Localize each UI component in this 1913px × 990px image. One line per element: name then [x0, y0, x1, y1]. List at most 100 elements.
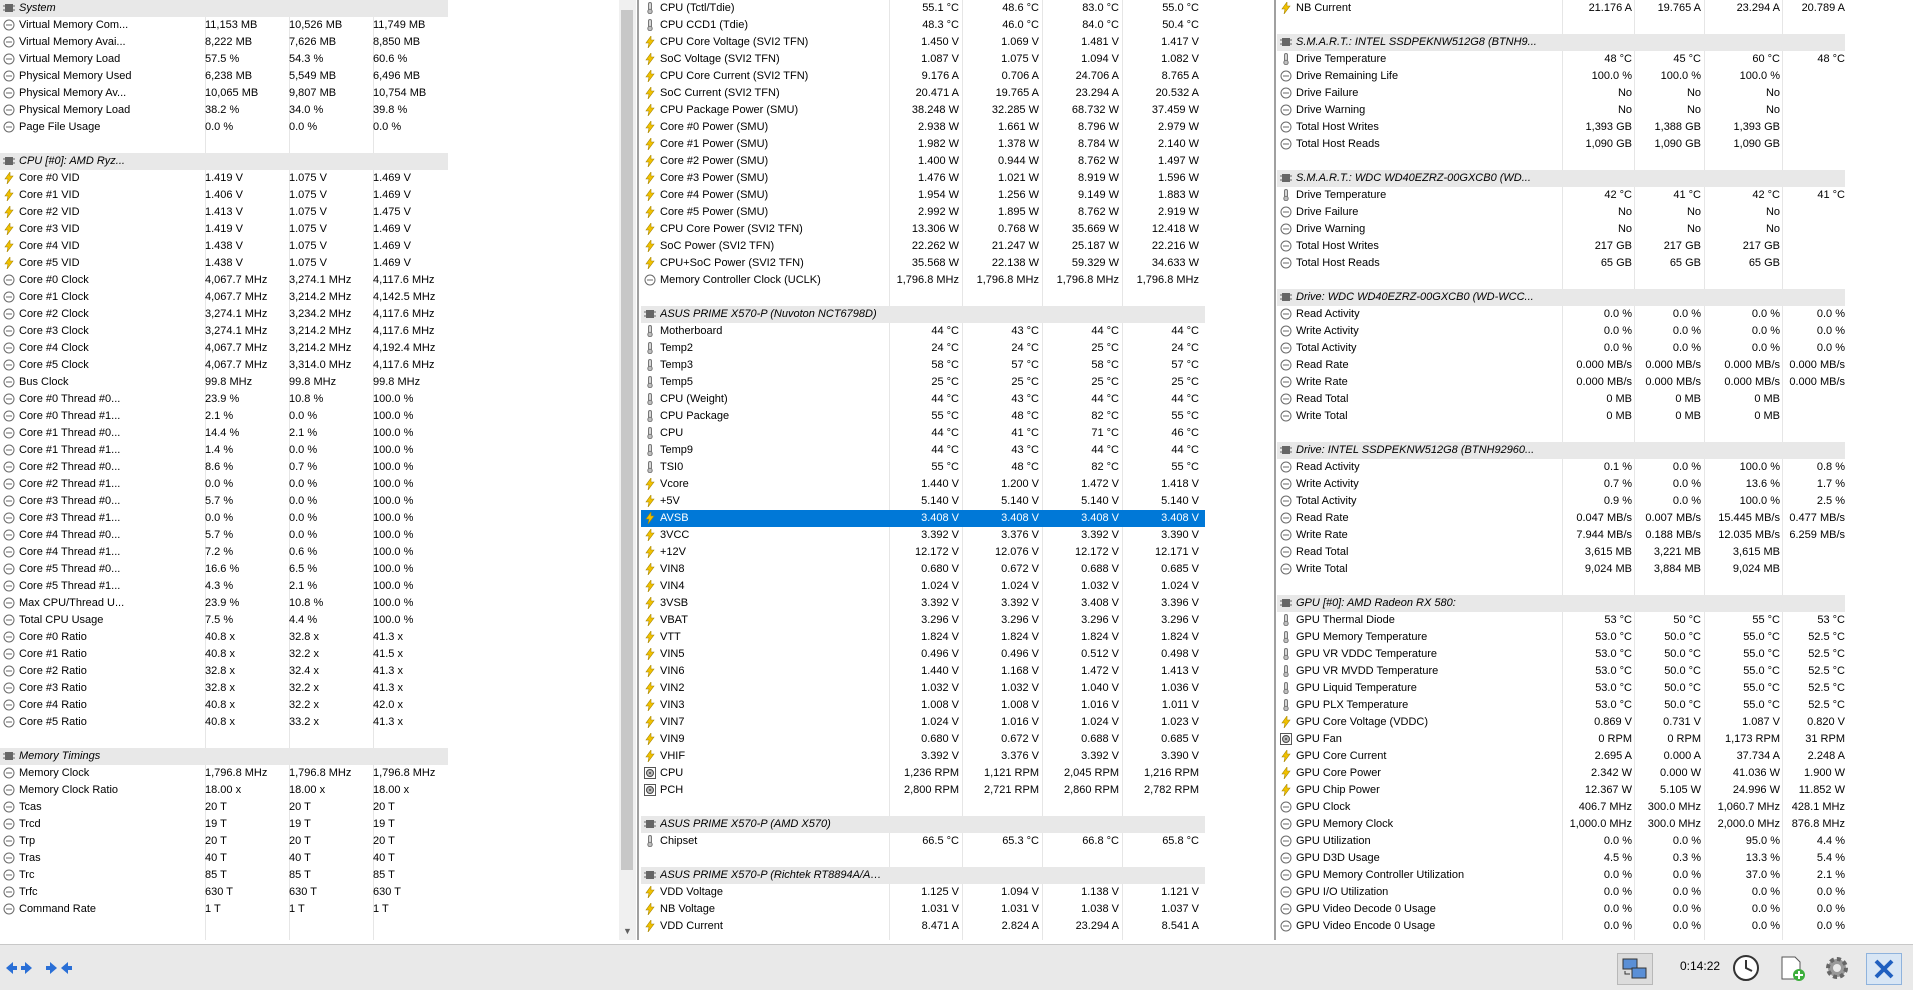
sensor-row-bus-clock[interactable]: Bus Clock99.8 MHz99.8 MHz99.8 MHz99.8 MH…: [0, 374, 448, 391]
sensor-row-core-2-vid[interactable]: Core #2 VID1.413 V1.075 V1.475 V1.399 V: [0, 204, 448, 221]
scroll-down-arrow-icon[interactable]: ▼: [619, 923, 636, 940]
sensor-row-vin6[interactable]: VIN6 1.440 V 1.168 V 1.472 V 1.413 V: [641, 663, 1205, 680]
sensor-row-drive-warning[interactable]: Drive Warning No No No: [1277, 102, 1845, 119]
sensor-row-total-host-writes[interactable]: Total Host Writes 1,393 GB 1,388 GB 1,393 G…: [1277, 119, 1845, 136]
sensor-row-physical-memory-av[interactable]: Physical Memory Av... 10,065 MB 9,807 MB 10…: [0, 85, 448, 102]
sensor-row-nb-current[interactable]: NB Current 21.176 A 19.765 A 23.294 A 20.789…: [1277, 0, 1845, 17]
sensor-row-cpu-weight[interactable]: CPU (Weight) 44 °C 43 °C 44 °C 44 °C: [641, 391, 1205, 408]
sensor-row-vin4[interactable]: VIN4 1.024 V 1.024 V 1.032 V 1.024 V: [641, 578, 1205, 595]
sensor-row-cpu-tctl-tdie[interactable]: CPU (Tctl/Tdie) 55.1 °C 48.6 °C 83.0 °C 55.0…: [641, 0, 1205, 17]
sensor-row-write-total[interactable]: Write Total 9,024 MB 3,884 MB 9,024 MB: [1277, 561, 1845, 578]
sensor-row-gpu-memory-temperature[interactable]: GPU Memory Temperature 53.0 °C 50.0 °C 55.0…: [1277, 629, 1845, 646]
sensor-row-gpu-memory-controller-utilization[interactable]: GPU Memory Controller Utilization 0.0 % 0.…: [1277, 867, 1845, 884]
sensor-row-virtual-memory-load[interactable]: Virtual Memory Load57.5 %54.3 %60.6 %58.…: [0, 51, 448, 68]
sensor-row-memory-clock[interactable]: Memory Clock 1,796.8 MHz 1,796.8 MHz 1,796.…: [0, 765, 448, 782]
sensor-row-core-3-power-smu[interactable]: Core #3 Power (SMU) 1.476 W 1.021 W 8.919 W…: [641, 170, 1205, 187]
sensor-row-gpu-vr-vddc-temperature[interactable]: GPU VR VDDC Temperature 53.0 °C 50.0 °C 55.…: [1277, 646, 1845, 663]
sensor-row-read-activity[interactable]: Read Activity 0.0 % 0.0 % 0.0 % 0.0 %: [1277, 306, 1845, 323]
sensor-row-memory-clock-ratio[interactable]: Memory Clock Ratio18.00 x18.00 x18.00 x1…: [0, 782, 448, 799]
group-header[interactable]: Drive: WDC WD40EZRZ-00GXCB0 (WD-WCC...: [1277, 289, 1845, 306]
sensor-row-core-4-thread-1[interactable]: Core #4 Thread #1...7.2 %0.6 %100.0 %6.4…: [0, 544, 448, 561]
sensor-row-physical-memory-load[interactable]: Physical Memory Load38.2 %34.0 %39.8 %38…: [0, 102, 448, 119]
sensor-row-core-4-vid[interactable]: Core #4 VID1.438 V1.075 V1.469 V1.405 V: [0, 238, 448, 255]
sensor-row-total-cpu-usage[interactable]: Total CPU Usage7.5 %4.4 %100.0 %10.1 %: [0, 612, 448, 629]
sensor-row-core-2-thread-1[interactable]: Core #2 Thread #1...0.0 %0.0 %100.0 %2.8…: [0, 476, 448, 493]
settings-gear-icon[interactable]: [1820, 953, 1854, 983]
sensor-row-soc-power-svi2-tfn[interactable]: SoC Power (SVI2 TFN) 22.262 W 21.247 W 25.1…: [641, 238, 1205, 255]
panel-divider[interactable]: [1274, 0, 1276, 940]
group-header[interactable]: Drive: INTEL SSDPEKNW512G8 (BTNH92960...: [1277, 442, 1845, 459]
sensor-row-core-2-thread-0[interactable]: Core #2 Thread #0...8.6 %0.7 %100.0 %8.9…: [0, 459, 448, 476]
sensor-row-core-4-thread-0[interactable]: Core #4 Thread #0...5.7 %0.0 %100.0 %9.0…: [0, 527, 448, 544]
sensor-row-core-5-ratio[interactable]: Core #5 Ratio40.8 x33.2 x41.3 x40.3 x: [0, 714, 448, 731]
sensor-row-gpu-vr-mvdd-temperature[interactable]: GPU VR MVDD Temperature 53.0 °C 50.0 °C 55.…: [1277, 663, 1845, 680]
sensor-row-tsi0[interactable]: TSI0 55 °C 48 °C 82 °C 55 °C: [641, 459, 1205, 476]
sensor-panel-middle[interactable]: CPU (Tctl/Tdie) 55.1 °C 48.6 °C 83.0 °C 55.0…: [641, 0, 1205, 940]
sensor-row-drive-remaining-life[interactable]: Drive Remaining Life 100.0 % 100.0 % 100.0 …: [1277, 68, 1845, 85]
sensor-row-core-3-thread-1[interactable]: Core #3 Thread #1...0.0 %0.0 %100.0 %4.1…: [0, 510, 448, 527]
sensor-row-read-total[interactable]: Read Total 3,615 MB 3,221 MB 3,615 MB: [1277, 544, 1845, 561]
sensor-row-drive-temperature[interactable]: Drive Temperature 48 °C 45 °C 60 °C 48 °C: [1277, 51, 1845, 68]
sensor-row-cpu-core-voltage-svi2-tfn[interactable]: CPU Core Voltage (SVI2 TFN) 1.450 V 1.069 …: [641, 34, 1205, 51]
add-report-icon[interactable]: [1775, 953, 1809, 983]
sensor-row-drive-failure[interactable]: Drive Failure No No No: [1277, 85, 1845, 102]
sensor-row-12v[interactable]: +12V 12.172 V 12.076 V 12.172 V 12.171 V: [641, 544, 1205, 561]
sensor-row-gpu-clock[interactable]: GPU Clock 406.7 MHz 300.0 MHz 1,060.7 MHz 42…: [1277, 799, 1845, 816]
sensor-row-core-2-ratio[interactable]: Core #2 Ratio32.8 x32.4 x41.3 x37.7 x: [0, 663, 448, 680]
sensor-row-read-activity[interactable]: Read Activity 0.1 % 0.0 % 100.0 % 0.8 %: [1277, 459, 1845, 476]
sensor-row-core-0-thread-0[interactable]: Core #0 Thread #0...23.9 %10.8 %100.0 %2…: [0, 391, 448, 408]
sensor-row-core-5-vid[interactable]: Core #5 VID1.438 V1.075 V1.469 V1.400 V: [0, 255, 448, 272]
sensor-row-vin8[interactable]: VIN8 0.680 V 0.672 V 0.688 V 0.685 V: [641, 561, 1205, 578]
sensor-row-core-1-power-smu[interactable]: Core #1 Power (SMU) 1.982 W 1.378 W 8.784 W…: [641, 136, 1205, 153]
group-header[interactable]: S.M.A.R.T.: WDC WD40EZRZ-00GXCB0 (WD...: [1277, 170, 1845, 187]
sensor-row-soc-current-svi2-tfn[interactable]: SoC Current (SVI2 TFN) 20.471 A 19.765 A 23…: [641, 85, 1205, 102]
sensor-row-read-total[interactable]: Read Total 0 MB 0 MB 0 MB: [1277, 391, 1845, 408]
sensor-row-cpu-package[interactable]: CPU Package 55 °C 48 °C 82 °C 55 °C: [641, 408, 1205, 425]
group-header[interactable]: ASUS PRIME X570-P (AMD X570): [641, 816, 1205, 833]
close-x-icon[interactable]: [1866, 953, 1902, 985]
sensor-row-total-host-writes[interactable]: Total Host Writes 217 GB 217 GB 217 GB: [1277, 238, 1845, 255]
sensor-row-drive-warning[interactable]: Drive Warning No No No: [1277, 221, 1845, 238]
sensor-row-drive-failure[interactable]: Drive Failure No No No: [1277, 204, 1845, 221]
sensor-row-3vsb[interactable]: 3VSB 3.392 V 3.392 V 3.408 V 3.396 V: [641, 595, 1205, 612]
nav-expand-arrows-icon[interactable]: [2, 953, 36, 983]
sensor-row-nb-voltage[interactable]: NB Voltage 1.031 V 1.031 V 1.038 V 1.037 V: [641, 901, 1205, 918]
sensor-row-temp5[interactable]: Temp5 25 °C 25 °C 25 °C 25 °C: [641, 374, 1205, 391]
sensor-row-soc-voltage-svi2-tfn[interactable]: SoC Voltage (SVI2 TFN) 1.087 V 1.075 V 1.09…: [641, 51, 1205, 68]
sensor-row-read-rate[interactable]: Read Rate 0.047 MB/s 0.007 MB/s 15.445 MB/s…: [1277, 510, 1845, 527]
sensor-row-gpu-core-power[interactable]: GPU Core Power 2.342 W 0.000 W 41.036 W 1.90…: [1277, 765, 1845, 782]
sensor-row-vin7[interactable]: VIN7 1.024 V 1.016 V 1.024 V 1.023 V: [641, 714, 1205, 731]
sensor-row-vdd-voltage[interactable]: VDD Voltage 1.125 V 1.094 V 1.138 V 1.121 V: [641, 884, 1205, 901]
sensor-panel-right[interactable]: NB Current 21.176 A 19.765 A 23.294 A 20.789…: [1277, 0, 1845, 940]
sensor-row-core-3-vid[interactable]: Core #3 VID1.419 V1.075 V1.469 V1.406 V: [0, 221, 448, 238]
group-header[interactable]: ASUS PRIME X570-P (Nuvoton NCT6798D): [641, 306, 1205, 323]
sensor-row-core-4-ratio[interactable]: Core #4 Ratio40.8 x32.2 x42.0 x38.7 x: [0, 697, 448, 714]
sensor-row-virtual-memory-avai[interactable]: Virtual Memory Avai... 8,222 MB 7,626 MB 8,…: [0, 34, 448, 51]
sensor-row-gpu-video-decode-0-usage[interactable]: GPU Video Decode 0 Usage 0.0 % 0.0 % 0.0 % 0…: [1277, 901, 1845, 918]
sensor-row-3vcc[interactable]: 3VCC 3.392 V 3.376 V 3.392 V 3.390 V: [641, 527, 1205, 544]
sensor-row-page-file-usage[interactable]: Page File Usage0.0 %0.0 %0.0 %0.0 %: [0, 119, 448, 136]
sensor-row-chipset[interactable]: Chipset 66.5 °C 65.3 °C 66.8 °C 65.8 °C: [641, 833, 1205, 850]
sensor-row-core-4-power-smu[interactable]: Core #4 Power (SMU) 1.954 W 1.256 W 9.149 W…: [641, 187, 1205, 204]
sensor-row-gpu-video-encode-0-usage[interactable]: GPU Video Encode 0 Usage 0.0 % 0.0 % 0.0 % 0…: [1277, 918, 1845, 935]
sensor-row-vbat[interactable]: VBAT 3.296 V 3.296 V 3.296 V 3.296 V: [641, 612, 1205, 629]
sensor-row-core-3-thread-0[interactable]: Core #3 Thread #0...5.7 %0.0 %100.0 %7.6…: [0, 493, 448, 510]
sensor-row-total-activity[interactable]: Total Activity 0.0 % 0.0 % 0.0 % 0.0 %: [1277, 340, 1845, 357]
sensor-row-core-5-clock[interactable]: Core #5 Clock 4,067.7 MHz 3,314.0 MHz 4,117…: [0, 357, 448, 374]
sensor-row-gpu-d3d-usage[interactable]: GPU D3D Usage 4.5 % 0.3 % 13.3 % 5.4 %: [1277, 850, 1845, 867]
sensor-row-cpu[interactable]: CPU 1,236 RPM 1,121 RPM 2,045 RPM 1,216 RPM: [641, 765, 1205, 782]
sensor-row-core-1-thread-0[interactable]: Core #1 Thread #0...14.4 %2.1 %100.0 %15…: [0, 425, 448, 442]
sensor-row-core-4-clock[interactable]: Core #4 Clock 4,067.7 MHz 3,214.2 MHz 4,192…: [0, 340, 448, 357]
sensor-row-core-0-clock[interactable]: Core #0 Clock 4,067.7 MHz 3,274.1 MHz 4,117…: [0, 272, 448, 289]
sensor-row-gpu-i-o-utilization[interactable]: GPU I/O Utilization 0.0 % 0.0 % 0.0 % 0.0 %: [1277, 884, 1845, 901]
sensor-row-cpu-core-current-svi2-tfn[interactable]: CPU Core Current (SVI2 TFN) 9.176 A 0.706 …: [641, 68, 1205, 85]
sensor-row-temp3[interactable]: Temp3 58 °C 57 °C 58 °C 57 °C: [641, 357, 1205, 374]
nav-collapse-arrows-icon[interactable]: [42, 953, 76, 983]
sensor-row-core-2-clock[interactable]: Core #2 Clock 3,274.1 MHz 3,234.2 MHz 4,117…: [0, 306, 448, 323]
sensor-row-core-3-clock[interactable]: Core #3 Clock 3,274.1 MHz 3,214.2 MHz 4,117…: [0, 323, 448, 340]
sensor-row-trc[interactable]: Trc 85 T 85 T 85 T: [0, 867, 448, 884]
group-header[interactable]: CPU [#0]: AMD Ryz...: [0, 153, 448, 170]
sensor-row-core-0-power-smu[interactable]: Core #0 Power (SMU) 2.938 W 1.661 W 8.796 W…: [641, 119, 1205, 136]
sensor-row-cpu-package-power-smu[interactable]: CPU Package Power (SMU) 38.248 W 32.285 W 6…: [641, 102, 1205, 119]
sensor-row-tras[interactable]: Tras 40 T 40 T 40 T: [0, 850, 448, 867]
